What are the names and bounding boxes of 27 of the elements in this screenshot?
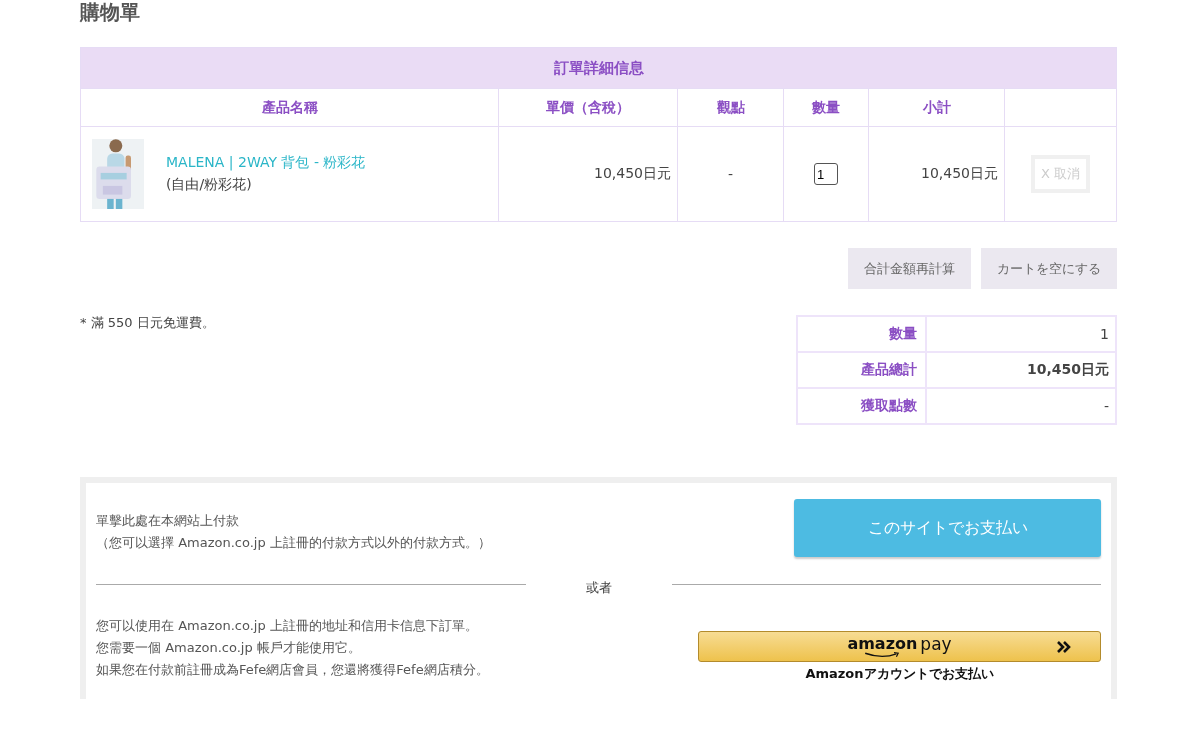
summary-value: 10,450日元: [926, 352, 1116, 388]
quantity-field[interactable]: 1: [814, 163, 838, 185]
divider-text: 或者: [584, 579, 613, 597]
double-chevron-icon: [1056, 641, 1072, 653]
column-header: 數量: [783, 88, 869, 127]
amazon-description: 您可以使用在 Amazon.co.jp 上註冊的地址和信用卡信息下訂單。 您需要一個 Amazon.co.jp 帳戶才能使用它。 如果您在付款前註冊成為Fefe網店會員，您還將獲得Fefe網店積分。: [96, 617, 489, 679]
shipping-note: * 滿 550 日元免運費。: [80, 314, 215, 332]
table-title: 訂單詳細信息: [80, 47, 1117, 89]
summary-label: 產品總計: [797, 352, 926, 388]
amazon-pay-button[interactable]: amazon pay: [698, 631, 1101, 662]
cart-button[interactable]: 合計金額再計算: [848, 248, 971, 289]
page-title: 購物單: [80, 0, 141, 26]
column-header: 產品名稱: [80, 88, 499, 127]
summary-label: 獲取點數: [797, 388, 926, 424]
table-cell: 10,450日元: [498, 126, 678, 222]
column-header: 小計: [868, 88, 1005, 127]
column-header: 觀點: [677, 88, 784, 127]
summary-value: 1: [926, 316, 1116, 352]
product-variant: (自由/粉彩花): [166, 176, 253, 194]
summary-label: 數量: [797, 316, 926, 352]
table-cell: -: [677, 126, 784, 222]
cart-button[interactable]: カートを空にする: [981, 248, 1117, 289]
table-cell: 10,450日元: [868, 126, 1005, 222]
summary-value: -: [926, 388, 1116, 424]
amazon-caption: Amazonアカウントでお支払い: [804, 665, 995, 683]
column-header: 單價（含稅）: [498, 88, 678, 127]
payment-description: 單擊此處在本網站上付款 （您可以選擇 Amazon.co.jp 上註冊的付款方式以外的付款方式。）: [96, 512, 491, 552]
